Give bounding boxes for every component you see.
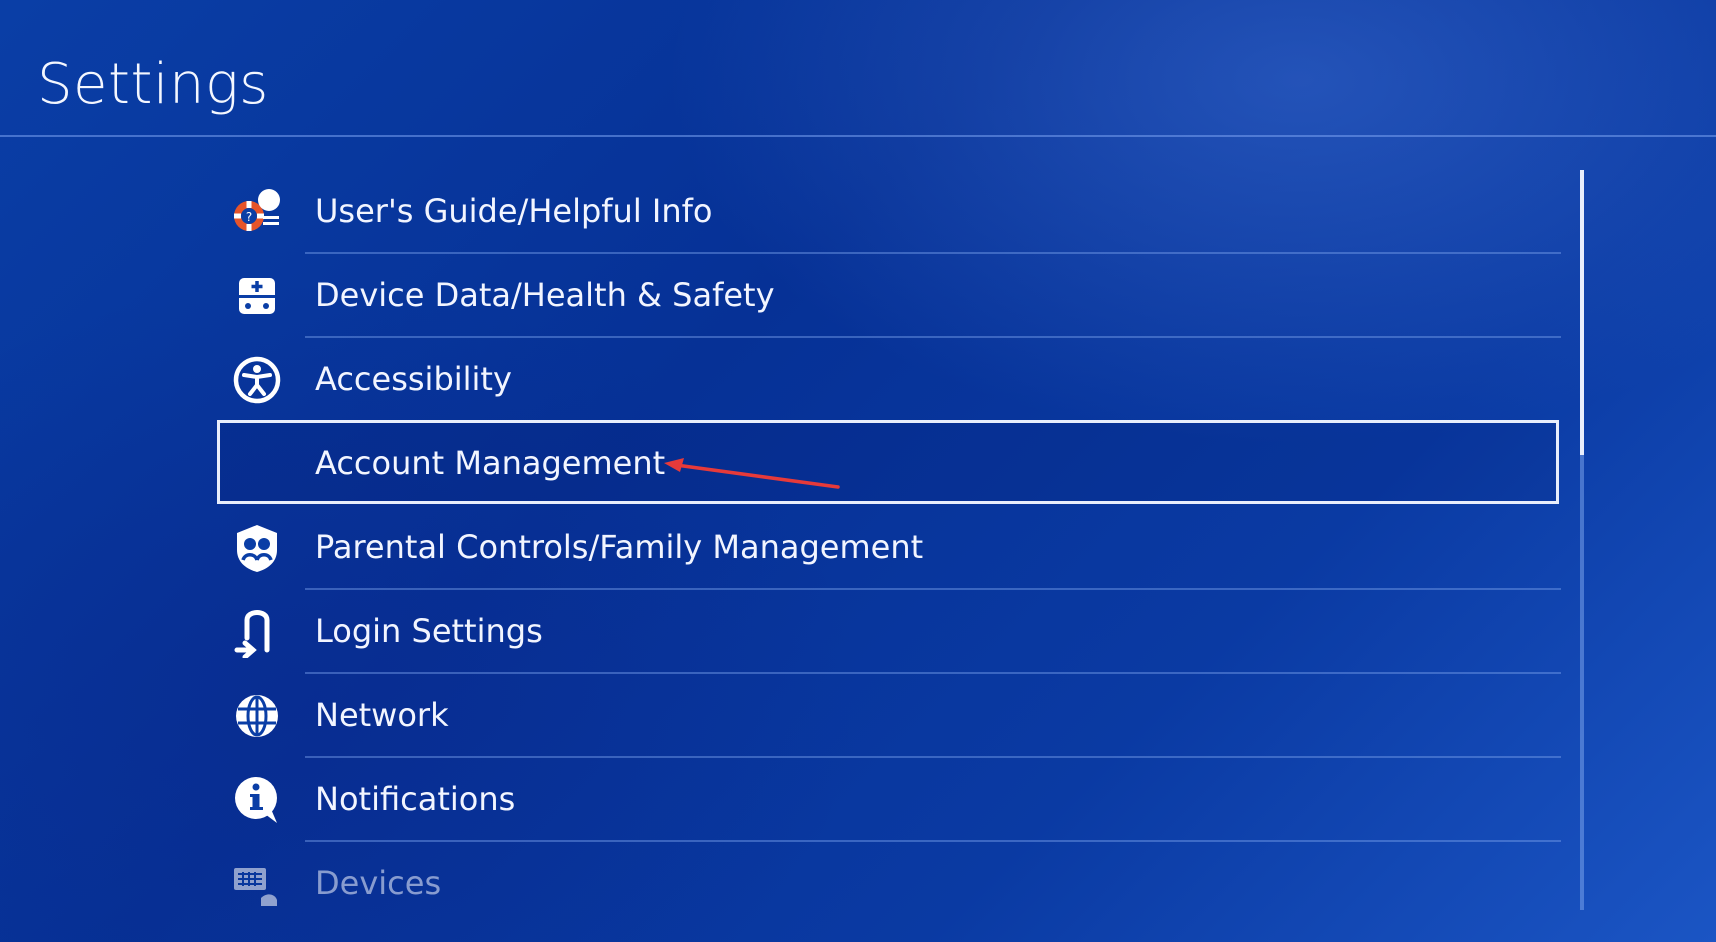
login-icon bbox=[231, 606, 283, 658]
page-title: Settings bbox=[37, 52, 269, 117]
globe-icon bbox=[231, 690, 283, 742]
svg-text:?: ? bbox=[246, 210, 252, 224]
menu-item-accessibility[interactable]: Accessibility bbox=[217, 338, 1565, 422]
device-data-icon bbox=[231, 270, 283, 322]
scrollbar-thumb[interactable] bbox=[1580, 170, 1584, 455]
menu-item-label: User's Guide/Helpful Info bbox=[315, 192, 713, 230]
menu-item-notifications[interactable]: Notifications bbox=[217, 758, 1565, 842]
menu-item-network[interactable]: Network bbox=[217, 674, 1565, 758]
menu-item-label: Notifications bbox=[315, 780, 516, 818]
accessibility-icon bbox=[231, 354, 283, 406]
menu-item-label: Accessibility bbox=[315, 360, 512, 398]
menu-item-label: Login Settings bbox=[315, 612, 543, 650]
menu-item-label: Network bbox=[315, 696, 449, 734]
menu-item-parental-controls[interactable]: Parental Controls/Family Management bbox=[217, 506, 1565, 590]
menu-item-label: Account Management bbox=[315, 444, 666, 482]
menu-item-label: Parental Controls/Family Management bbox=[315, 528, 924, 566]
menu-item-label: Devices bbox=[315, 864, 442, 902]
menu-item-devices[interactable]: Devices bbox=[217, 842, 1565, 926]
settings-menu: ? User's Guide/Helpful Info Device Data/… bbox=[0, 170, 1716, 942]
menu-item-label: Device Data/Health & Safety bbox=[315, 276, 775, 314]
menu-item-account-management[interactable]: Account Management bbox=[217, 420, 1565, 506]
title-divider bbox=[0, 135, 1716, 137]
info-bubble-icon bbox=[231, 774, 283, 826]
family-icon bbox=[231, 522, 283, 574]
scrollbar[interactable] bbox=[1580, 170, 1584, 910]
menu-item-login-settings[interactable]: Login Settings bbox=[217, 590, 1565, 674]
help-lifebuoy-icon: ? bbox=[231, 186, 283, 238]
annotation-arrow bbox=[664, 458, 840, 489]
keyboard-icon bbox=[231, 858, 283, 910]
menu-item-device-data[interactable]: Device Data/Health & Safety bbox=[217, 254, 1565, 338]
menu-item-users-guide[interactable]: ? User's Guide/Helpful Info bbox=[217, 170, 1565, 254]
